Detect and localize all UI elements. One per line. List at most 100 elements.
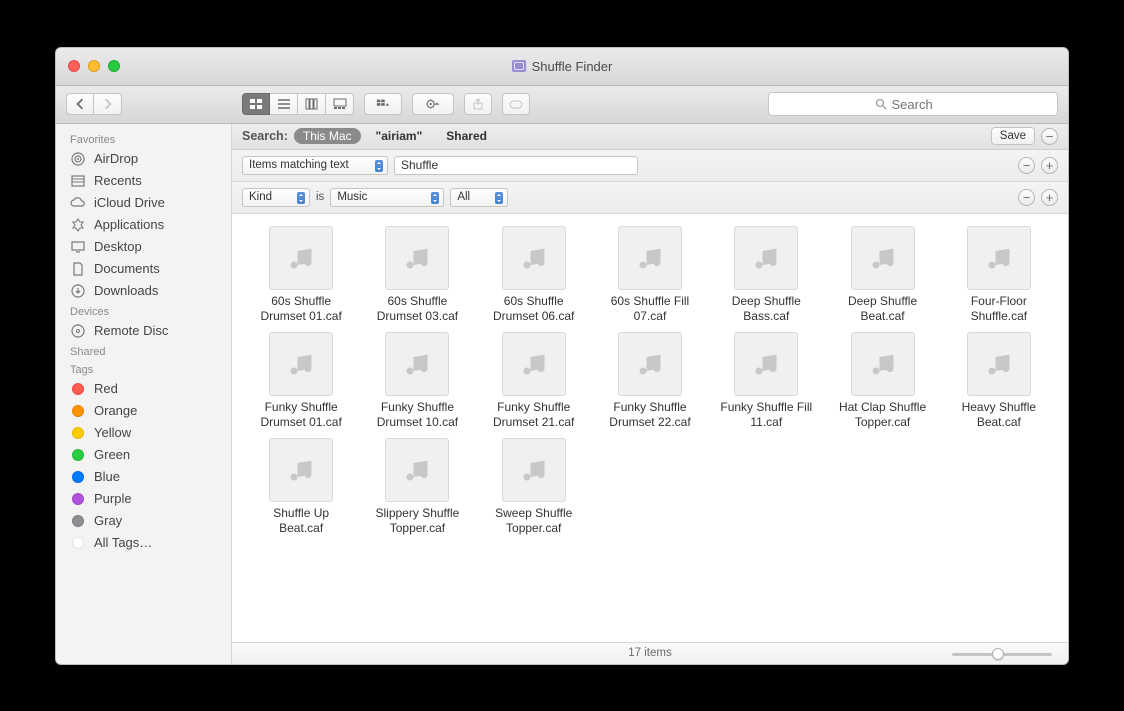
- file-item[interactable]: Funky Shuffle Drumset 22.caf: [593, 332, 707, 430]
- sidebar-item-label: Orange: [94, 403, 137, 418]
- disc-icon: [70, 323, 86, 339]
- sidebar-item[interactable]: Downloads: [56, 280, 231, 302]
- search-input[interactable]: [892, 97, 952, 112]
- music-file-icon: [385, 226, 449, 290]
- music-file-icon: [269, 438, 333, 502]
- filter-text-input[interactable]: [394, 156, 638, 175]
- scope-current-folder[interactable]: "airiam": [367, 128, 432, 144]
- column-view-button[interactable]: [298, 93, 326, 115]
- sidebar-item[interactable]: Recents: [56, 170, 231, 192]
- kind-sub-popup[interactable]: All: [450, 188, 508, 207]
- file-name: 60s Shuffle Fill 07.caf: [600, 294, 700, 324]
- file-item[interactable]: 60s Shuffle Drumset 03.caf: [360, 226, 474, 324]
- file-name: 60s Shuffle Drumset 03.caf: [367, 294, 467, 324]
- music-file-icon: [851, 226, 915, 290]
- sidebar-item-label: Red: [94, 381, 118, 396]
- file-item[interactable]: Shuffle Up Beat.caf: [244, 438, 358, 536]
- list-view-button[interactable]: [270, 93, 298, 115]
- sidebar-item[interactable]: Gray: [56, 510, 231, 532]
- file-item[interactable]: Funky Shuffle Drumset 10.caf: [360, 332, 474, 430]
- tag-dot-icon: [72, 383, 84, 395]
- tag-dot-icon: [72, 493, 84, 505]
- sidebar-item-label: Documents: [94, 261, 160, 276]
- kind-popup[interactable]: Music: [330, 188, 444, 207]
- sidebar-item[interactable]: Green: [56, 444, 231, 466]
- file-item[interactable]: Hat Clap Shuffle Topper.caf: [825, 332, 939, 430]
- file-name: 60s Shuffle Drumset 01.caf: [251, 294, 351, 324]
- recents-icon: [70, 173, 86, 189]
- sidebar-item[interactable]: Applications: [56, 214, 231, 236]
- file-item[interactable]: Four-Floor Shuffle.caf: [942, 226, 1056, 324]
- sidebar-item[interactable]: Desktop: [56, 236, 231, 258]
- sidebar-item[interactable]: Yellow: [56, 422, 231, 444]
- action-button[interactable]: [412, 93, 454, 115]
- file-name: Shuffle Up Beat.caf: [251, 506, 351, 536]
- sidebar-item[interactable]: Remote Disc: [56, 320, 231, 342]
- downloads-icon: [70, 283, 86, 299]
- sidebar-item-label: Green: [94, 447, 130, 462]
- forward-button[interactable]: [94, 93, 122, 115]
- tag-dot-icon: [72, 449, 84, 461]
- remove-filter-button[interactable]: −: [1018, 157, 1035, 174]
- search-field[interactable]: [768, 92, 1058, 116]
- cloud-icon: [70, 195, 86, 211]
- save-search-button[interactable]: Save: [991, 127, 1035, 145]
- file-item[interactable]: Slippery Shuffle Topper.caf: [360, 438, 474, 536]
- file-item[interactable]: Funky Shuffle Drumset 01.caf: [244, 332, 358, 430]
- file-item[interactable]: 60s Shuffle Drumset 06.caf: [477, 226, 591, 324]
- sidebar-section-header: Shared: [56, 342, 231, 360]
- finder-window: Shuffle Finder: [55, 47, 1069, 665]
- tag-dot-icon: [72, 471, 84, 483]
- music-file-icon: [385, 438, 449, 502]
- sidebar-section-header: Devices: [56, 302, 231, 320]
- music-file-icon: [618, 226, 682, 290]
- add-filter-button[interactable]: +: [1041, 157, 1058, 174]
- sidebar-item[interactable]: Blue: [56, 466, 231, 488]
- item-count: 17 items: [628, 647, 671, 659]
- filter-row-text: Items matching text − +: [232, 150, 1068, 182]
- sidebar-item-label: Purple: [94, 491, 132, 506]
- airdrop-icon: [70, 151, 86, 167]
- sidebar-item-label: Gray: [94, 513, 122, 528]
- file-item[interactable]: 60s Shuffle Fill 07.caf: [593, 226, 707, 324]
- sidebar-item-label: All Tags…: [94, 535, 152, 550]
- tag-dot-icon: [72, 537, 84, 549]
- file-item[interactable]: Funky Shuffle Fill 11.caf: [709, 332, 823, 430]
- scope-shared[interactable]: Shared: [437, 128, 496, 144]
- file-name: Four-Floor Shuffle.caf: [949, 294, 1049, 324]
- file-item[interactable]: Deep Shuffle Bass.caf: [709, 226, 823, 324]
- sidebar-item[interactable]: Purple: [56, 488, 231, 510]
- file-item[interactable]: Sweep Shuffle Topper.caf: [477, 438, 591, 536]
- music-file-icon: [269, 332, 333, 396]
- criterion-popup-text[interactable]: Items matching text: [242, 156, 388, 175]
- remove-search-button[interactable]: −: [1041, 128, 1058, 145]
- icon-view-button[interactable]: [242, 93, 270, 115]
- apps-icon: [70, 217, 86, 233]
- back-button[interactable]: [66, 93, 94, 115]
- sidebar-section-header: Tags: [56, 360, 231, 378]
- gallery-view-button[interactable]: [326, 93, 354, 115]
- add-filter-button[interactable]: +: [1041, 189, 1058, 206]
- sidebar-item[interactable]: All Tags…: [56, 532, 231, 554]
- file-item[interactable]: Heavy Shuffle Beat.caf: [942, 332, 1056, 430]
- criterion-popup-attr[interactable]: Kind: [242, 188, 310, 207]
- scope-this-mac[interactable]: This Mac: [294, 128, 361, 144]
- music-file-icon: [385, 332, 449, 396]
- music-file-icon: [502, 226, 566, 290]
- file-item[interactable]: 60s Shuffle Drumset 01.caf: [244, 226, 358, 324]
- file-item[interactable]: Deep Shuffle Beat.caf: [825, 226, 939, 324]
- icon-size-slider[interactable]: [952, 653, 1052, 656]
- sidebar-item[interactable]: Documents: [56, 258, 231, 280]
- sidebar-item[interactable]: iCloud Drive: [56, 192, 231, 214]
- arrange-button[interactable]: [364, 93, 402, 115]
- smart-folder-icon: [512, 60, 526, 72]
- tags-button[interactable]: [502, 93, 530, 115]
- sidebar-item[interactable]: Orange: [56, 400, 231, 422]
- file-name: Sweep Shuffle Topper.caf: [484, 506, 584, 536]
- remove-filter-button[interactable]: −: [1018, 189, 1035, 206]
- share-button[interactable]: [464, 93, 492, 115]
- sidebar-item[interactable]: Red: [56, 378, 231, 400]
- file-grid[interactable]: 60s Shuffle Drumset 01.caf 60s Shuffle Dr…: [232, 214, 1068, 642]
- file-item[interactable]: Funky Shuffle Drumset 21.caf: [477, 332, 591, 430]
- sidebar-item[interactable]: AirDrop: [56, 148, 231, 170]
